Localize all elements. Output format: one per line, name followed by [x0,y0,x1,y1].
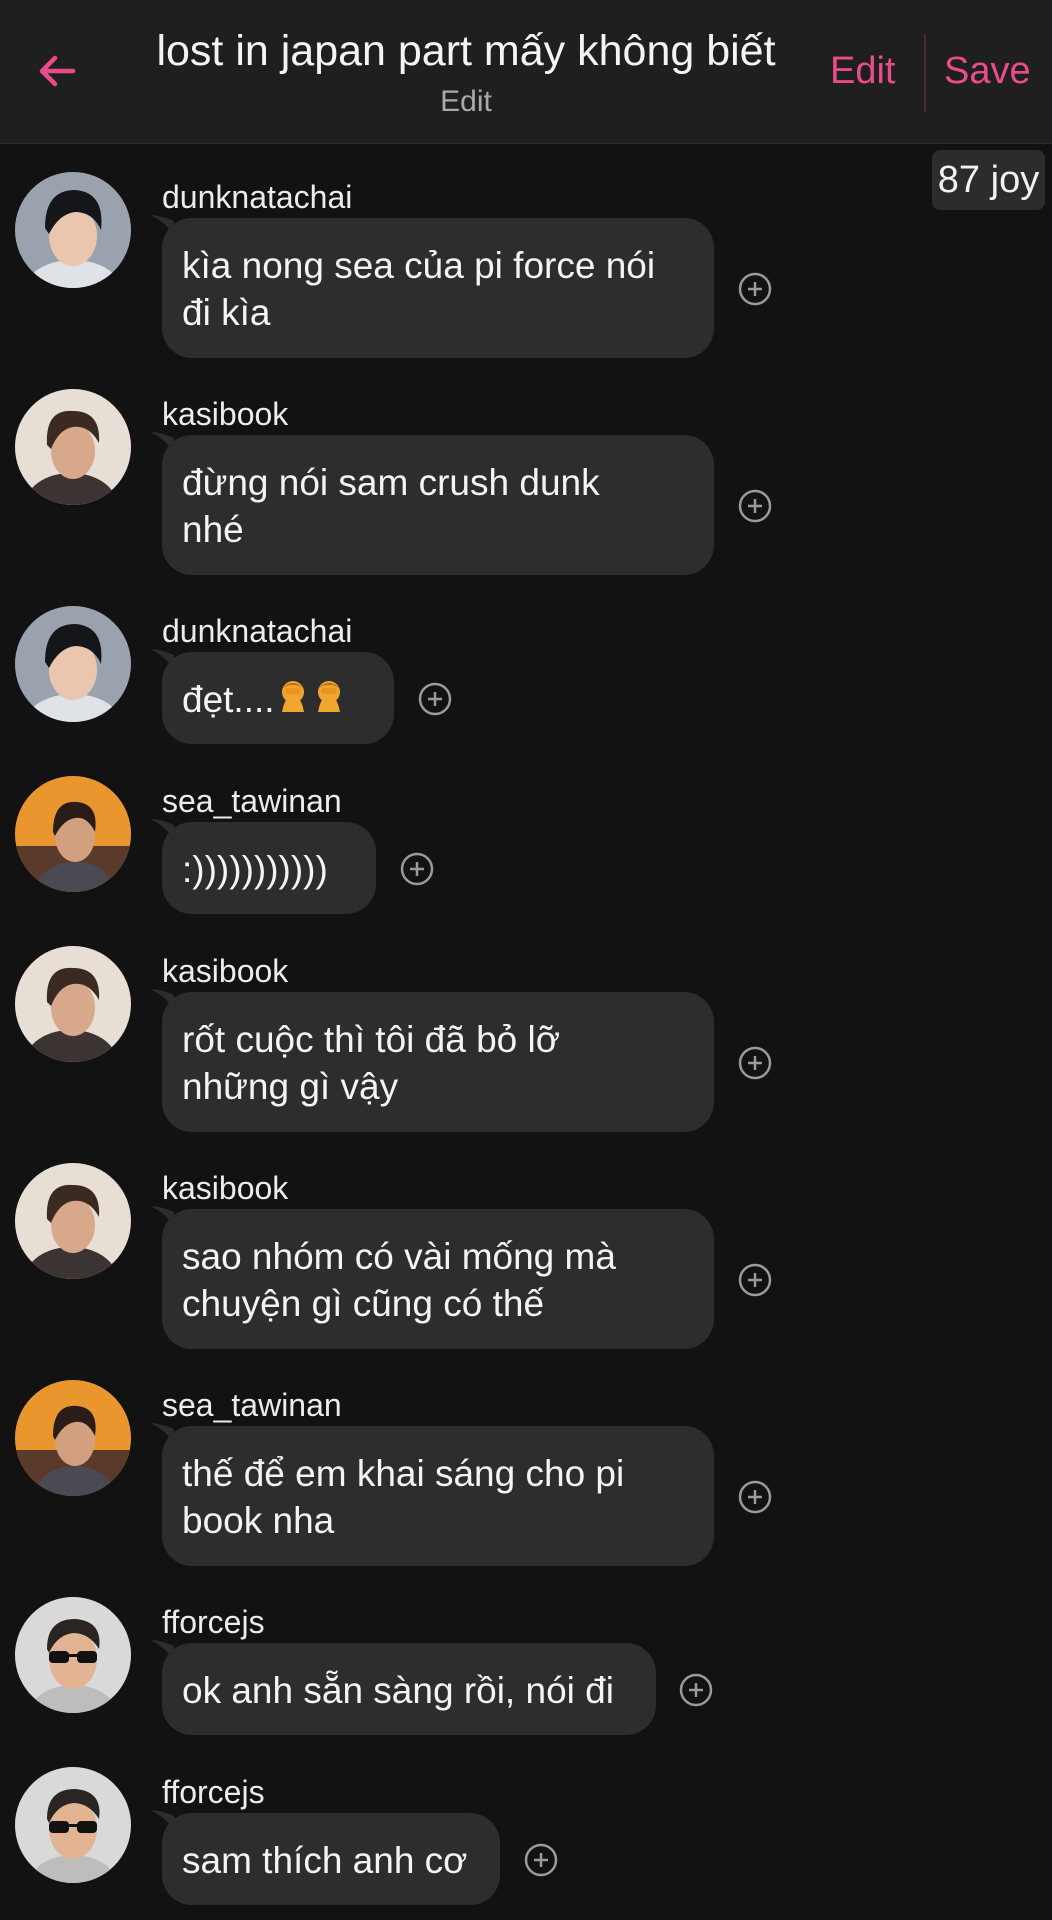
message-username: kasibook [162,1170,289,1206]
chat-editor-screen: lost in japan part mấy không biết Edit E… [0,0,1052,1920]
avatar-dark-hair-icon [15,606,131,722]
avatar[interactable] [15,1767,131,1883]
message-text: ok anh sẵn sàng rồi, nói đi [182,1670,614,1711]
avatar[interactable] [15,172,131,288]
avatar-brown-hair-icon [15,946,131,1062]
joy-count-badge: 87 joy [932,150,1045,210]
edit-button[interactable]: Edit [830,48,895,94]
avatar[interactable] [15,946,131,1062]
message-text: kìa nong sea của pi force nói đi kìa [182,245,656,333]
chat-subtitle: Edit [440,85,492,118]
add-reaction-icon[interactable] [737,271,773,307]
message-username: sea_tawinan [162,1387,342,1423]
avatar-sunset-icon [15,776,131,892]
message-text: thế để em khai sáng cho pi book nha [182,1453,625,1541]
message-bubble[interactable]: đừng nói sam crush dunk nhé [162,435,714,575]
message-text: :))))))))))) [182,849,328,890]
message-bubble[interactable]: sao nhóm có vài mống mà chuyện gì cũng có… [162,1209,714,1349]
avatar-sunset-icon [15,1380,131,1496]
message-bubble[interactable]: đẹt.... [162,652,394,744]
message-bubble[interactable]: kìa nong sea của pi force nói đi kìa [162,218,714,358]
add-reaction-icon[interactable] [678,1672,714,1708]
top-bar: lost in japan part mấy không biết Edit E… [0,0,1052,144]
message-bubble[interactable]: thế để em khai sáng cho pi book nha [162,1426,714,1566]
message-text: đẹt.... [182,679,275,720]
message-username: sea_tawinan [162,783,342,819]
avatar-dark-hair-icon [15,172,131,288]
facepalm-emoji-icon [280,681,305,712]
facepalm-emoji-icon [316,681,341,712]
message-username: fforcejs [162,1604,265,1640]
avatar[interactable] [15,1163,131,1279]
header-divider [924,34,926,112]
message-text: đừng nói sam crush dunk nhé [182,462,600,550]
message-username: fforcejs [162,1774,265,1810]
add-reaction-icon[interactable] [737,1045,773,1081]
add-reaction-icon[interactable] [737,1262,773,1298]
add-reaction-icon[interactable] [399,851,435,887]
arrow-left-icon [39,55,76,87]
avatar-sunglasses-icon [15,1767,131,1883]
avatar[interactable] [15,606,131,722]
add-reaction-icon[interactable] [417,681,453,717]
add-reaction-icon[interactable] [523,1842,559,1878]
add-reaction-icon[interactable] [737,488,773,524]
message-username: kasibook [162,396,289,432]
message-text: sao nhóm có vài mống mà chuyện gì cũng có… [182,1236,616,1324]
avatar[interactable] [15,776,131,892]
message-text: sam thích anh cơ [182,1840,468,1881]
avatar-brown-hair-icon [15,389,131,505]
message-username: dunknatachai [162,613,353,649]
avatar[interactable] [15,1380,131,1496]
message-bubble[interactable]: ok anh sẵn sàng rồi, nói đi [162,1643,656,1735]
message-bubble[interactable]: rốt cuộc thì tôi đã bỏ lỡ những gì vậy [162,992,714,1132]
back-button[interactable] [22,36,92,106]
avatar[interactable] [15,389,131,505]
message-bubble[interactable]: sam thích anh cơ [162,1813,500,1905]
message-username: dunknatachai [162,179,353,215]
chat-title[interactable]: lost in japan part mấy không biết [110,26,822,76]
add-reaction-icon[interactable] [737,1479,773,1515]
avatar[interactable] [15,1597,131,1713]
avatar-sunglasses-icon [15,1597,131,1713]
message-username: kasibook [162,953,289,989]
message-bubble[interactable]: :))))))))))) [162,822,376,914]
message-text: rốt cuộc thì tôi đã bỏ lỡ những gì vậy [182,1019,561,1107]
save-button[interactable]: Save [944,48,1031,94]
avatar-brown-hair-icon [15,1163,131,1279]
